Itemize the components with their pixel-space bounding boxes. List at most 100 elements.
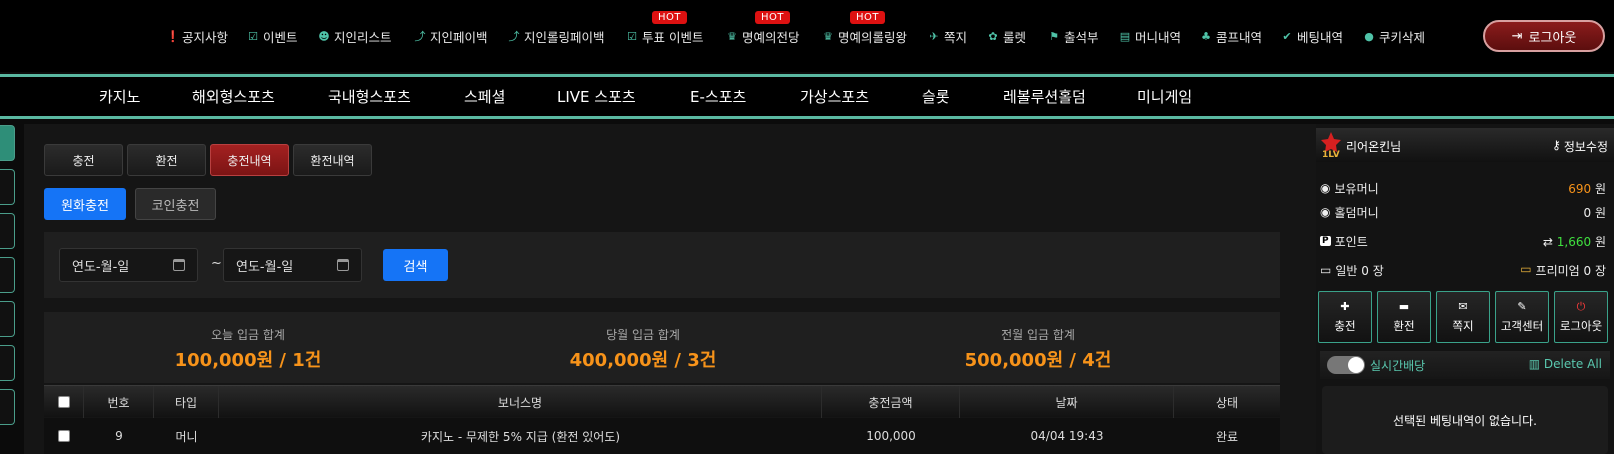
trash-icon: ▥: [1528, 357, 1541, 371]
nav-message[interactable]: ✈ 쪽지: [928, 0, 967, 72]
mainnav-foreign-sports[interactable]: 해외형스포츠: [192, 77, 275, 116]
summary-last-month: 전월 입금 합계 500,000원 / 4건: [964, 328, 1112, 371]
clipboard-icon: ▤: [1119, 29, 1131, 43]
mainnav-virtual-sports[interactable]: 가상스포츠: [800, 77, 869, 116]
column-header-bonus: 보너스명: [219, 386, 822, 418]
point-icon: P: [1320, 236, 1331, 246]
hot-badge: HOT: [850, 11, 885, 24]
nav-roulette[interactable]: ✿ 룰렛: [987, 0, 1026, 72]
left-quick-menu: [0, 125, 16, 454]
nav-event[interactable]: ☑ 이벤트: [247, 0, 297, 72]
subtab-coin-deposit[interactable]: 코인충전: [135, 188, 216, 220]
ticket-icon: ▭: [1320, 263, 1332, 277]
select-all-checkbox[interactable]: [57, 396, 70, 408]
column-header-amount: 충전금액: [822, 386, 960, 418]
date-separator: ~: [211, 256, 222, 271]
info-edit-link[interactable]: ⚷ 정보수정: [1552, 138, 1608, 155]
mainnav-casino[interactable]: 카지노: [99, 77, 140, 116]
nav-notice[interactable]: ❗ 공지사항: [166, 0, 228, 72]
logout-button[interactable]: ⇥ 로그아웃: [1483, 20, 1605, 52]
power-icon: ⏻: [1576, 299, 1586, 313]
nav-friend-payback[interactable]: ⤴ 지인페이백: [414, 0, 488, 72]
live-odds-toggle[interactable]: [1327, 356, 1365, 374]
cookie-icon: ●: [1364, 29, 1374, 43]
select-all-checkbox-cell: [44, 386, 84, 418]
nav-money-history[interactable]: ▤ 머니내역: [1119, 0, 1181, 72]
date-to-input[interactable]: 연도-월-일: [223, 248, 362, 282]
table-header: 번호 타입 보너스명 충전금액 날짜 상태: [44, 385, 1280, 418]
mainnav-live-sports[interactable]: LIVE 스포츠: [557, 77, 636, 116]
nav-attendance[interactable]: ⚑ 출석부: [1048, 0, 1098, 72]
sidebar-withdraw-button[interactable]: ▬ 환전: [1377, 291, 1431, 343]
cell-type: 머니: [175, 429, 198, 444]
premium-ticket-icon: ▭: [1520, 261, 1532, 276]
users-icon: ☻: [318, 29, 330, 43]
gift-icon: ✿: [988, 29, 998, 43]
sidebar-logout-button[interactable]: ⏻ 로그아웃: [1554, 291, 1608, 343]
nav-friend-rolling-payback[interactable]: ⤴ 지인롤링페이백: [508, 0, 605, 72]
calendar-icon[interactable]: [173, 259, 185, 271]
minus-square-icon: ▬: [1398, 299, 1410, 313]
column-header-type: 타입: [154, 386, 219, 418]
main-nav: 카지노 해외형스포츠 국내형스포츠 스페셜 LIVE 스포츠 E-스포츠 가상스…: [0, 77, 1614, 116]
calendar-icon[interactable]: [337, 259, 349, 271]
coins-icon: ◉: [1320, 205, 1331, 219]
cell-amount: 100,000: [866, 429, 916, 443]
plus-square-icon: ✚: [1340, 299, 1350, 313]
trophy-icon: ♛: [823, 29, 833, 43]
divider: [0, 116, 1614, 119]
balance-point: P 포인트 ⇄ 1,660 원: [1320, 234, 1606, 249]
date-from-input[interactable]: 연도-월-일: [59, 248, 198, 282]
level-badge-icon: 1LV: [1320, 132, 1342, 160]
sidebar-message-button[interactable]: ✉ 쪽지: [1436, 291, 1490, 343]
paper-plane-icon: ✈: [929, 29, 939, 43]
ticket-row: ▭ 일반 0 장 ▭ 프리미엄 0 장: [1320, 261, 1606, 278]
quick-menu-tab[interactable]: [0, 169, 15, 205]
quick-menu-tab[interactable]: [0, 301, 15, 337]
piggy-bank-icon: ♣: [1201, 29, 1211, 43]
calendar-check-icon: ☑: [248, 29, 258, 43]
row-checkbox[interactable]: [58, 430, 70, 442]
subtab-krw-deposit[interactable]: 원화충전: [44, 188, 126, 220]
hand-coin-icon: ⤴: [508, 30, 520, 43]
envelope-icon: ✉: [1458, 299, 1468, 313]
mainnav-slot[interactable]: 슬롯: [922, 77, 950, 116]
sidebar-deposit-button[interactable]: ✚ 충전: [1318, 291, 1372, 343]
nav-bet-history[interactable]: ✔ 베팅내역: [1281, 0, 1343, 72]
quick-menu-tab[interactable]: [0, 345, 15, 381]
exchange-icon[interactable]: ⇄: [1543, 235, 1553, 249]
nav-comp-history[interactable]: ♣ 콤프내역: [1200, 0, 1262, 72]
mainnav-domestic-sports[interactable]: 국내형스포츠: [328, 77, 411, 116]
edit-icon: ✎: [1517, 299, 1527, 313]
username: 리어온킨님: [1346, 140, 1402, 154]
key-icon: ⚷: [1552, 138, 1561, 152]
live-odds-bar: 실시간배당 ▥ Delete All: [1320, 351, 1610, 379]
quick-menu-tab[interactable]: [0, 213, 15, 249]
coins-icon: ◉: [1320, 181, 1331, 195]
alert-circle-icon: ❗: [166, 29, 180, 43]
tab-withdraw[interactable]: 환전: [127, 144, 206, 176]
quick-menu-tab[interactable]: [0, 257, 15, 293]
sign-out-icon: ⇥: [1511, 28, 1523, 44]
table-row: 9 머니 카지노 - 무제한 5% 지급 (환전 있어도) 100,000 04…: [44, 418, 1280, 454]
quick-menu-tab[interactable]: [0, 389, 15, 425]
nav-cookie-delete[interactable]: ● 쿠키삭제: [1363, 0, 1425, 72]
mainnav-revolution-holdem[interactable]: 레볼루션홀덤: [1003, 77, 1086, 116]
empty-bet-message: 선택된 베팅내역이 없습니다.: [1393, 413, 1537, 428]
hot-badge: HOT: [652, 11, 687, 24]
column-header-date: 날짜: [960, 386, 1174, 418]
mainnav-esports[interactable]: E-스포츠: [690, 77, 746, 116]
mainnav-minigame[interactable]: 미니게임: [1137, 77, 1192, 116]
tab-withdraw-history[interactable]: 환전내역: [293, 144, 372, 176]
quick-menu-tab[interactable]: [0, 125, 15, 161]
search-button[interactable]: 검색: [383, 249, 448, 281]
bet-slip: 선택된 베팅내역이 없습니다.: [1322, 386, 1608, 454]
delete-all-button[interactable]: ▥ Delete All: [1529, 357, 1602, 371]
nav-friend-list[interactable]: ☻ 지인리스트: [318, 0, 391, 72]
tab-deposit[interactable]: 충전: [44, 144, 123, 176]
tab-deposit-history[interactable]: 충전내역: [210, 144, 289, 176]
toggle-knob: [1348, 357, 1364, 373]
mainnav-special[interactable]: 스페셜: [464, 77, 505, 116]
sidebar-support-button[interactable]: ✎ 고객센터: [1495, 291, 1549, 343]
svg-text:1LV: 1LV: [1322, 150, 1340, 158]
